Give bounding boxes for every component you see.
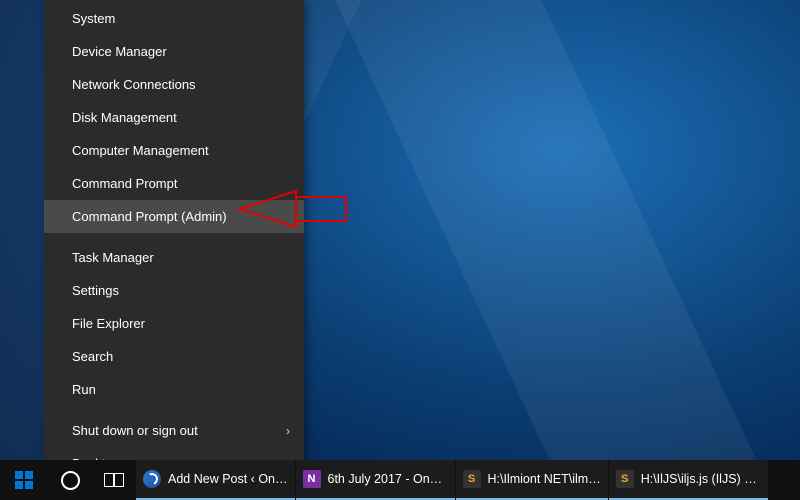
menu-item-label: Run (72, 382, 96, 397)
taskbar-app-label: H:\Ilmiont NET\ilm… (488, 472, 601, 486)
winx-command-prompt[interactable]: Command Prompt (44, 167, 304, 200)
menu-item-label: Computer Management (72, 143, 209, 158)
onenote-icon: N (303, 470, 321, 488)
menu-item-label: Search (72, 349, 113, 364)
menu-item-label: Command Prompt (Admin) (72, 209, 227, 224)
winx-disk-management[interactable]: Disk Management (44, 101, 304, 134)
cortana-icon (61, 471, 80, 490)
taskbar-onenote[interactable]: N 6th July 2017 - One… (296, 460, 455, 500)
menu-item-label: Command Prompt (72, 176, 177, 191)
edge-icon (143, 470, 161, 488)
task-view-button[interactable] (92, 460, 136, 500)
sublime-icon: S (616, 470, 634, 488)
winx-network-connections[interactable]: Network Connections (44, 68, 304, 101)
menu-item-label: Task Manager (72, 250, 154, 265)
menu-item-label: Device Manager (72, 44, 167, 59)
taskbar-app-label: 6th July 2017 - One… (328, 472, 448, 486)
cortana-button[interactable] (48, 460, 92, 500)
menu-item-label: Settings (72, 283, 119, 298)
menu-item-label: Disk Management (72, 110, 177, 125)
menu-item-label: File Explorer (72, 316, 145, 331)
winx-run[interactable]: Run (44, 373, 304, 406)
winx-file-explorer[interactable]: File Explorer (44, 307, 304, 340)
menu-item-label: Network Connections (72, 77, 196, 92)
winx-device-manager[interactable]: Device Manager (44, 35, 304, 68)
task-view-icon (104, 473, 124, 487)
menu-item-label: System (72, 11, 115, 26)
taskbar-app-label: Add New Post ‹ On… (168, 472, 288, 486)
sublime-icon: S (463, 470, 481, 488)
taskbar: Add New Post ‹ On… N 6th July 2017 - One… S… (0, 460, 800, 500)
menu-item-label: Shut down or sign out (72, 423, 198, 438)
winx-task-manager[interactable]: Task Manager (44, 241, 304, 274)
winx-menu: System Device Manager Network Connections D… (44, 0, 304, 460)
taskbar-sublime-1[interactable]: S H:\Ilmiont NET\ilm… (456, 460, 608, 500)
windows-logo-icon (15, 471, 33, 489)
winx-system[interactable]: System (44, 2, 304, 35)
winx-settings[interactable]: Settings (44, 274, 304, 307)
taskbar-app-label: H:\IlJS\iljs.js (IlJS) - … (641, 472, 761, 486)
start-button[interactable] (0, 460, 48, 500)
taskbar-edge[interactable]: Add New Post ‹ On… (136, 460, 295, 500)
winx-shutdown[interactable]: Shut down or sign out › (44, 414, 304, 447)
chevron-right-icon: › (286, 424, 290, 438)
winx-computer-management[interactable]: Computer Management (44, 134, 304, 167)
winx-command-prompt-admin[interactable]: Command Prompt (Admin) (44, 200, 304, 233)
winx-search[interactable]: Search (44, 340, 304, 373)
taskbar-sublime-2[interactable]: S H:\IlJS\iljs.js (IlJS) - … (609, 460, 768, 500)
